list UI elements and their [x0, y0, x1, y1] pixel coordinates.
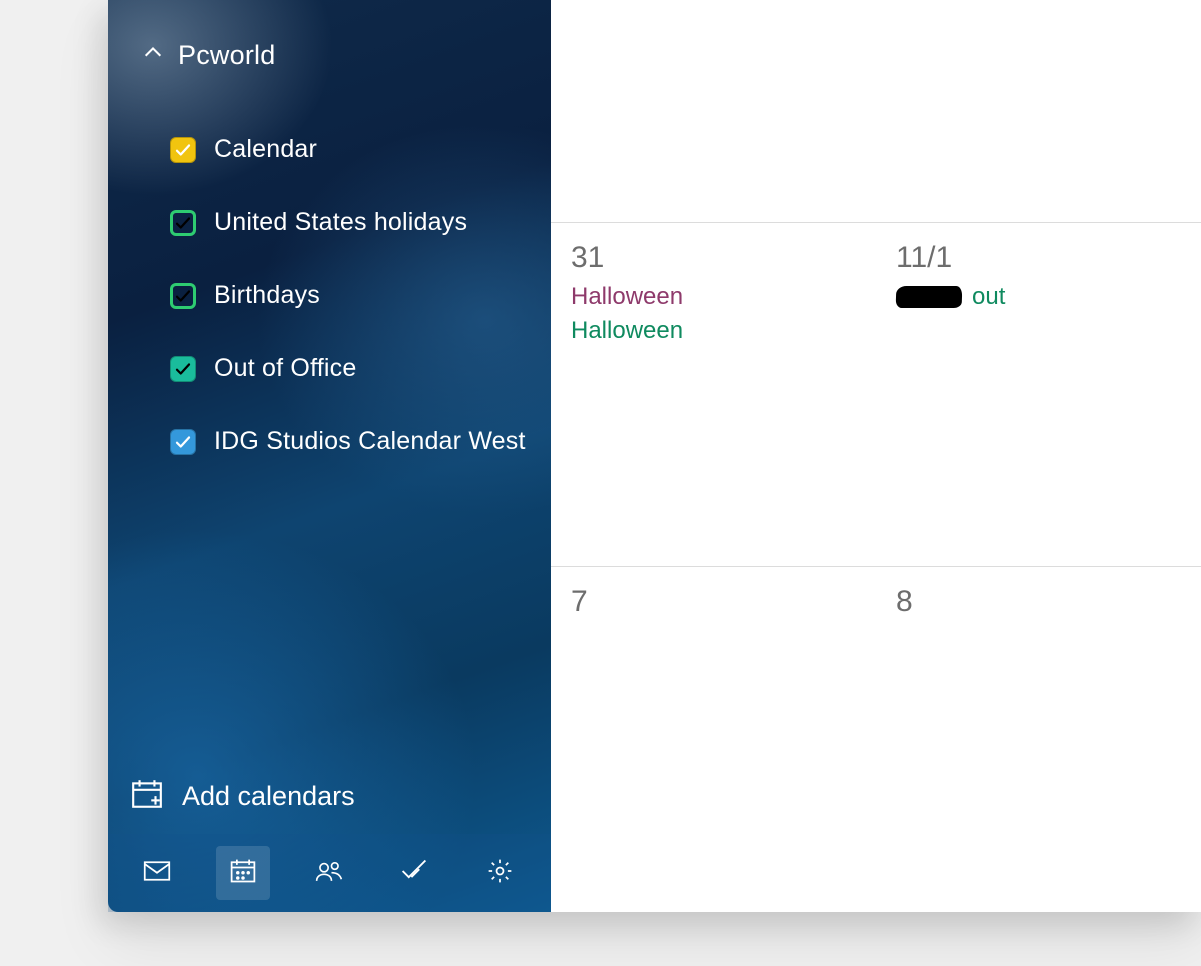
sidebar: Pcworld Calendar United States holidays Bi… — [108, 0, 551, 912]
day-number: 8 — [896, 585, 1181, 619]
calendar-item[interactable]: IDG Studios Calendar West — [108, 405, 551, 478]
mail-icon — [143, 857, 171, 890]
calendar-item-label: IDG Studios Calendar West — [214, 427, 526, 456]
calendar-cell[interactable]: 11/1 out — [876, 222, 1201, 566]
calendar-event[interactable]: Halloween — [571, 317, 856, 345]
calendar-item-label: Birthdays — [214, 281, 320, 310]
calendar-checkbox[interactable] — [170, 137, 196, 163]
calendar-checkbox[interactable] — [170, 429, 196, 455]
day-number: 31 — [571, 241, 856, 275]
calendar-row — [551, 0, 1201, 222]
add-calendars-button[interactable]: Add calendars — [108, 763, 551, 830]
calendar-item[interactable]: Out of Office — [108, 332, 551, 405]
gear-icon — [486, 857, 514, 890]
calendar-cell[interactable]: 8 — [876, 566, 1201, 912]
people-button[interactable] — [302, 846, 356, 900]
calendar-item[interactable]: Calendar — [108, 113, 551, 186]
calendar-event[interactable]: Halloween — [571, 283, 856, 311]
calendar-button[interactable] — [216, 846, 270, 900]
calendar-item-label: United States holidays — [214, 208, 467, 237]
sidebar-content: Pcworld Calendar United States holidays Bi… — [108, 0, 551, 763]
calendar-grid[interactable]: 31HalloweenHalloween11/1 out78 — [551, 0, 1201, 912]
calendar-cell[interactable] — [876, 0, 1201, 222]
calendar-row: 78 — [551, 566, 1201, 912]
calendar-item[interactable]: United States holidays — [108, 186, 551, 259]
calendar-checkbox[interactable] — [170, 356, 196, 382]
calendar-cell[interactable] — [551, 0, 876, 222]
calendar-icon — [229, 857, 257, 890]
event-text: Halloween — [571, 317, 683, 345]
calendar-event[interactable]: out — [896, 283, 1181, 311]
todo-button[interactable] — [387, 846, 441, 900]
calendar-item-label: Calendar — [214, 135, 317, 164]
account-label: Pcworld — [178, 40, 275, 71]
calendar-cell[interactable]: 31 Halloween Halloween — [551, 222, 876, 566]
calendar-item-label: Out of Office — [214, 354, 356, 383]
event-text: Halloween — [571, 283, 683, 311]
mail-button[interactable] — [130, 846, 184, 900]
day-number: 7 — [571, 585, 856, 619]
calendar-checkbox[interactable] — [170, 283, 196, 309]
calendar-checkbox[interactable] — [170, 210, 196, 236]
calendar-row: 31 Halloween Halloween 11/1 out — [551, 222, 1201, 566]
calendar-list: Calendar United States holidays Birthdays O… — [108, 113, 551, 478]
calendar-item[interactable]: Birthdays — [108, 259, 551, 332]
todo-icon — [400, 857, 428, 890]
people-icon — [315, 857, 343, 890]
add-calendars-label: Add calendars — [182, 781, 355, 812]
day-number: 11/1 — [896, 241, 1181, 275]
account-header[interactable]: Pcworld — [108, 30, 551, 81]
event-text: out — [972, 283, 1005, 311]
add-calendar-icon — [130, 777, 164, 816]
calendar-app-window: Pcworld Calendar United States holidays Bi… — [108, 0, 1201, 912]
bottom-nav — [108, 834, 551, 912]
chevron-up-icon — [142, 42, 164, 69]
calendar-cell[interactable]: 7 — [551, 566, 876, 912]
settings-button[interactable] — [473, 846, 527, 900]
redacted-text — [896, 286, 963, 308]
